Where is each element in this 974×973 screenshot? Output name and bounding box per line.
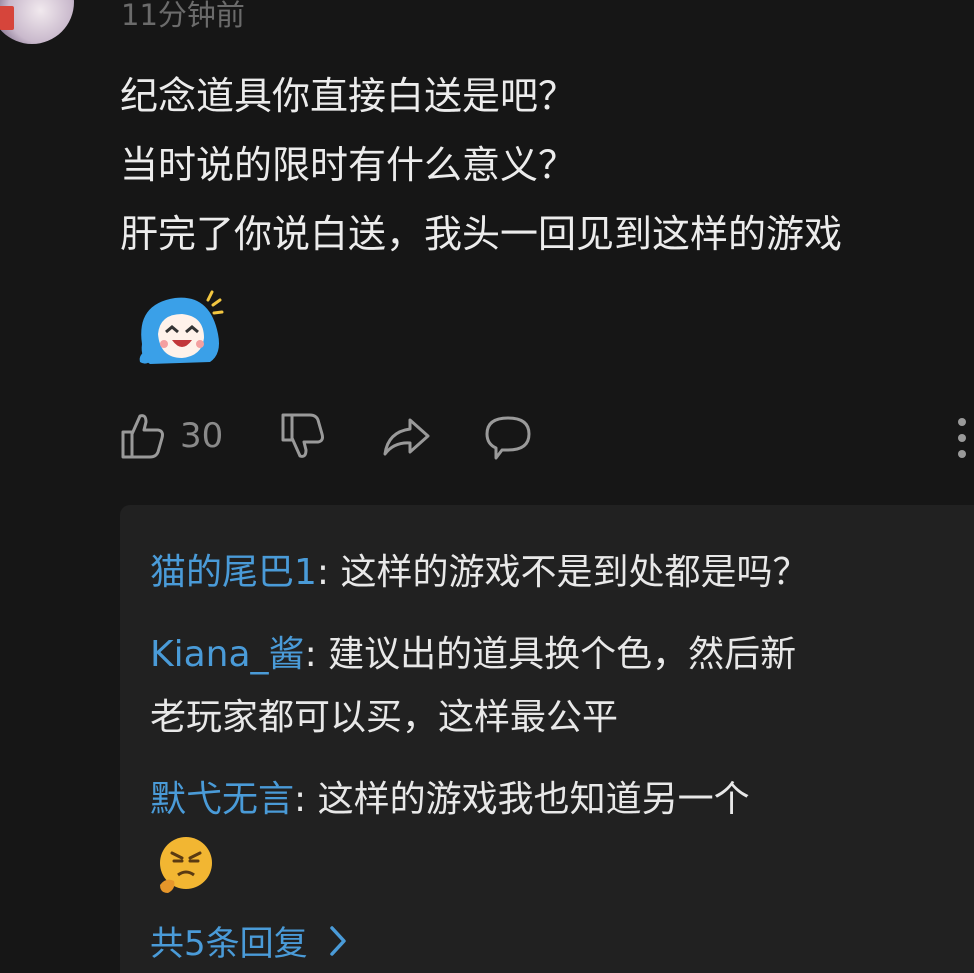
comment-bubble-icon bbox=[485, 416, 531, 460]
reply-button[interactable] bbox=[484, 412, 532, 460]
thumbs-down-icon bbox=[281, 413, 324, 458]
comment-actions: 30 bbox=[120, 412, 974, 468]
comment-timestamp: 11分钟前 bbox=[121, 0, 245, 32]
chevron-right-icon bbox=[329, 925, 346, 956]
reply-text: 这样的游戏不是到处都是吗？ bbox=[340, 552, 809, 593]
dislike-button[interactable] bbox=[280, 412, 326, 460]
like-button[interactable]: 30 bbox=[120, 412, 223, 460]
thumbs-up-icon bbox=[121, 414, 164, 459]
reply-count-label: 共5条回复 bbox=[150, 924, 308, 964]
angry-emoji-icon bbox=[156, 835, 216, 895]
reply-separator: : bbox=[304, 634, 329, 675]
reply-item[interactable]: 猫的尾巴1: 这样的游戏不是到处都是吗？ bbox=[150, 541, 910, 604]
user-avatar[interactable] bbox=[0, 0, 74, 44]
view-all-replies-link[interactable]: 共5条回复 bbox=[150, 916, 348, 965]
comment-line: 当时说的限时有什么意义？ bbox=[120, 143, 577, 187]
reply-separator: : bbox=[294, 779, 318, 820]
reply-text: 这样的游戏我也知道另一个 bbox=[317, 779, 750, 820]
reply-item[interactable]: 默弋无言: 这样的游戏我也知道另一个 bbox=[150, 768, 910, 831]
comment-line: 肝完了你说白送，我头一回见到这样的游戏 bbox=[120, 212, 843, 256]
reply-username[interactable]: Kiana_酱 bbox=[150, 634, 305, 675]
reply-username[interactable]: 猫的尾巴1 bbox=[150, 552, 317, 593]
more-vertical-icon bbox=[958, 418, 966, 458]
reply-item[interactable]: Kiana_酱: 建议出的道具换个色，然后新 老玩家都可以买，这样最公平 bbox=[150, 623, 910, 749]
reply-text: 老玩家都可以买，这样最公平 bbox=[150, 697, 619, 738]
reply-username[interactable]: 默弋无言 bbox=[150, 779, 294, 820]
reply-preview-panel[interactable]: 猫的尾巴1: 这样的游戏不是到处都是吗？ Kiana_酱: 建议出的道具换个色，… bbox=[120, 505, 974, 973]
share-arrow-icon bbox=[383, 418, 430, 456]
reply-text: 建议出的道具换个色，然后新 bbox=[328, 634, 797, 675]
reply-separator: : bbox=[316, 552, 341, 593]
more-options-button[interactable] bbox=[950, 412, 974, 460]
like-count: 30 bbox=[180, 416, 224, 456]
comment-body: 纪念道具你直接白送是吧？ 当时说的限时有什么意义？ 肝完了你说白送，我头一回见到… bbox=[120, 62, 842, 269]
gift-badge-icon bbox=[0, 6, 14, 30]
laughing-sticker-icon bbox=[130, 284, 230, 370]
comment-line: 纪念道具你直接白送是吧？ bbox=[120, 74, 577, 118]
share-button[interactable] bbox=[382, 412, 430, 460]
